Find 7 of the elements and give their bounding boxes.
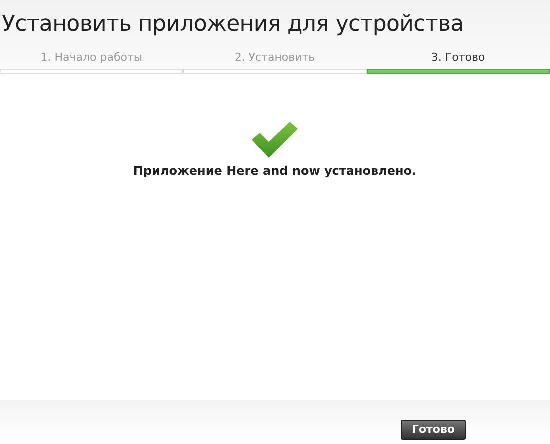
done-button[interactable]: Готово [400,420,466,440]
window-title: Установить приложения для устройства [1,11,465,39]
success-message: Приложение Here and now установлено. [133,163,417,180]
step-label: 1. Начало работы [40,50,143,66]
checkmark-icon [252,122,298,158]
step-label: 3. Готово [431,50,486,66]
step-label: 2. Установить [234,50,316,66]
